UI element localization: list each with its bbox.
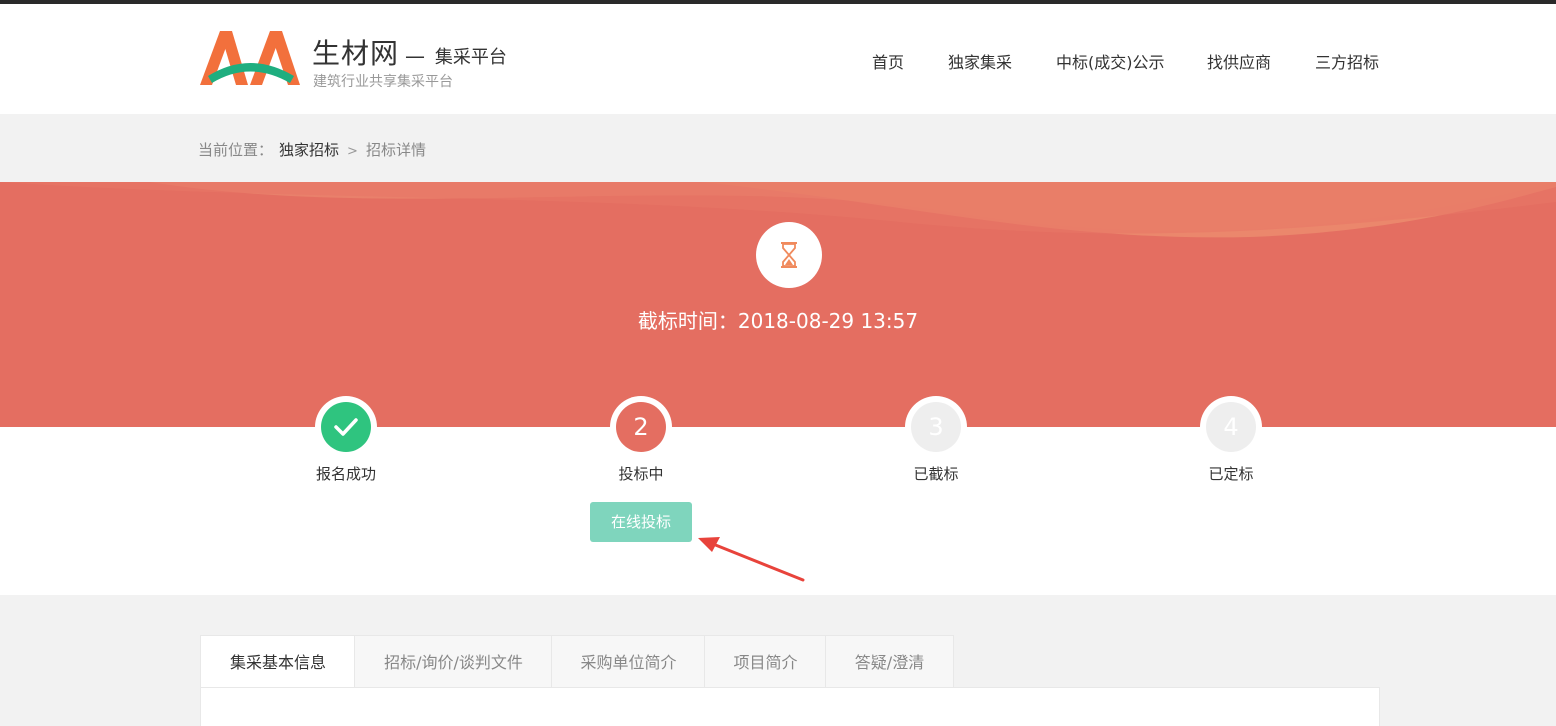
tab-tender-documents[interactable]: 招标/询价/谈判文件 [354, 635, 552, 688]
nav-find-suppliers[interactable]: 找供应商 [1207, 49, 1271, 73]
online-bid-button[interactable]: 在线投标 [590, 502, 692, 542]
step-1-label: 报名成功 [315, 465, 376, 483]
step-2-label: 投标中 [618, 465, 664, 483]
annotation-arrow-icon [698, 537, 805, 582]
site-header: 生材网 — 集采平台 建筑行业共享集采平台 首页 独家集采 中标(成交)公示 找供… [0, 4, 1556, 114]
tab-content-panel [200, 687, 1380, 726]
tab-qa-clarification[interactable]: 答疑/澄清 [825, 635, 954, 688]
brand-name: 生材网 — 集采平台 [312, 37, 507, 70]
step-4-circle: 4 [1200, 396, 1262, 458]
step-2-number: 2 [616, 402, 666, 452]
nav-winning-bid-notice[interactable]: 中标(成交)公示 [1056, 49, 1165, 73]
nav-exclusive-purchase[interactable]: 独家集采 [948, 49, 1012, 73]
step-4-number: 4 [1206, 402, 1256, 452]
hourglass-icon [781, 242, 797, 268]
breadcrumb-separator: > [347, 144, 358, 159]
brand-slogan: 建筑行业共享集采平台 [313, 74, 453, 90]
step-2-circle: 2 [610, 396, 672, 458]
step-1-circle [315, 396, 377, 458]
step-3-label: 已截标 [913, 465, 959, 483]
breadcrumb-exclusive-tender[interactable]: 独家招标 [279, 141, 339, 159]
breadcrumb: 当前位置： 独家招标 > 招标详情 [198, 139, 426, 160]
breadcrumb-current: 招标详情 [365, 141, 426, 159]
brand-logo[interactable] [198, 28, 302, 86]
breadcrumb-prefix: 当前位置： [198, 141, 274, 159]
tab-basic-info[interactable]: 集采基本信息 [200, 635, 355, 688]
tab-purchaser-profile[interactable]: 采购单位简介 [551, 635, 705, 688]
nav-third-party-tender[interactable]: 三方招标 [1315, 49, 1379, 73]
step-4-label: 已定标 [1208, 465, 1254, 483]
hourglass-badge [756, 222, 822, 288]
nav-home[interactable]: 首页 [872, 49, 904, 73]
step-3-circle: 3 [905, 396, 967, 458]
tab-project-profile[interactable]: 项目简介 [704, 635, 826, 688]
deadline-text: 截标时间：2018-08-29 13:57 [637, 309, 919, 333]
step-3-number: 3 [911, 402, 961, 452]
check-icon [321, 402, 371, 452]
